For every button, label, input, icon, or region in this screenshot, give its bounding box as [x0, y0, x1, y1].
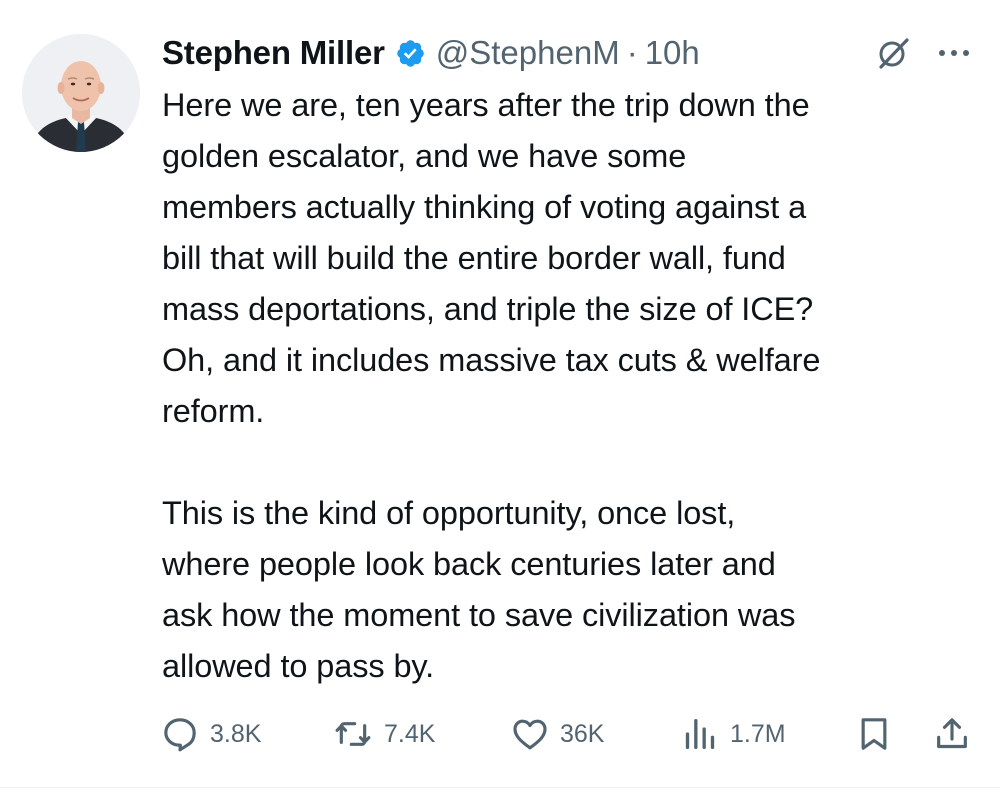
action-bar: 3.8K 7.4K 36K 1.7M — [160, 710, 980, 758]
display-name[interactable]: Stephen Miller — [162, 34, 385, 72]
views-icon — [680, 714, 720, 754]
handle[interactable]: @StephenM — [436, 34, 620, 72]
share-icon — [932, 714, 972, 754]
like-count: 36K — [560, 719, 605, 748]
like-button[interactable]: 36K — [510, 710, 604, 758]
views-button[interactable]: 1.7M — [680, 710, 786, 758]
profile-photo — [22, 34, 140, 152]
tweet-text: Here we are, ten years after the trip do… — [162, 87, 821, 684]
grok-icon[interactable] — [876, 36, 910, 70]
avatar[interactable] — [22, 34, 140, 152]
repost-count: 7.4K — [384, 719, 436, 748]
share-button[interactable] — [932, 710, 972, 758]
reply-count: 3.8K — [210, 719, 262, 748]
like-icon — [510, 714, 550, 754]
separator-dot: · — [626, 34, 638, 71]
reply-button[interactable]: 3.8K — [160, 710, 261, 758]
tweet-card[interactable]: Stephen Miller @StephenM · 10h Here we a… — [0, 0, 1000, 798]
tweet-header: Stephen Miller @StephenM · 10h — [162, 28, 700, 78]
divider — [0, 787, 1000, 788]
bookmark-button[interactable] — [854, 710, 894, 758]
views-count: 1.7M — [730, 719, 786, 748]
bookmark-icon — [854, 714, 894, 754]
more-icon[interactable] — [934, 36, 974, 70]
timestamp[interactable]: 10h — [645, 34, 700, 72]
reply-icon — [160, 714, 200, 754]
verified-badge-icon[interactable] — [395, 38, 426, 69]
repost-icon — [332, 714, 374, 754]
repost-button[interactable]: 7.4K — [332, 710, 435, 758]
